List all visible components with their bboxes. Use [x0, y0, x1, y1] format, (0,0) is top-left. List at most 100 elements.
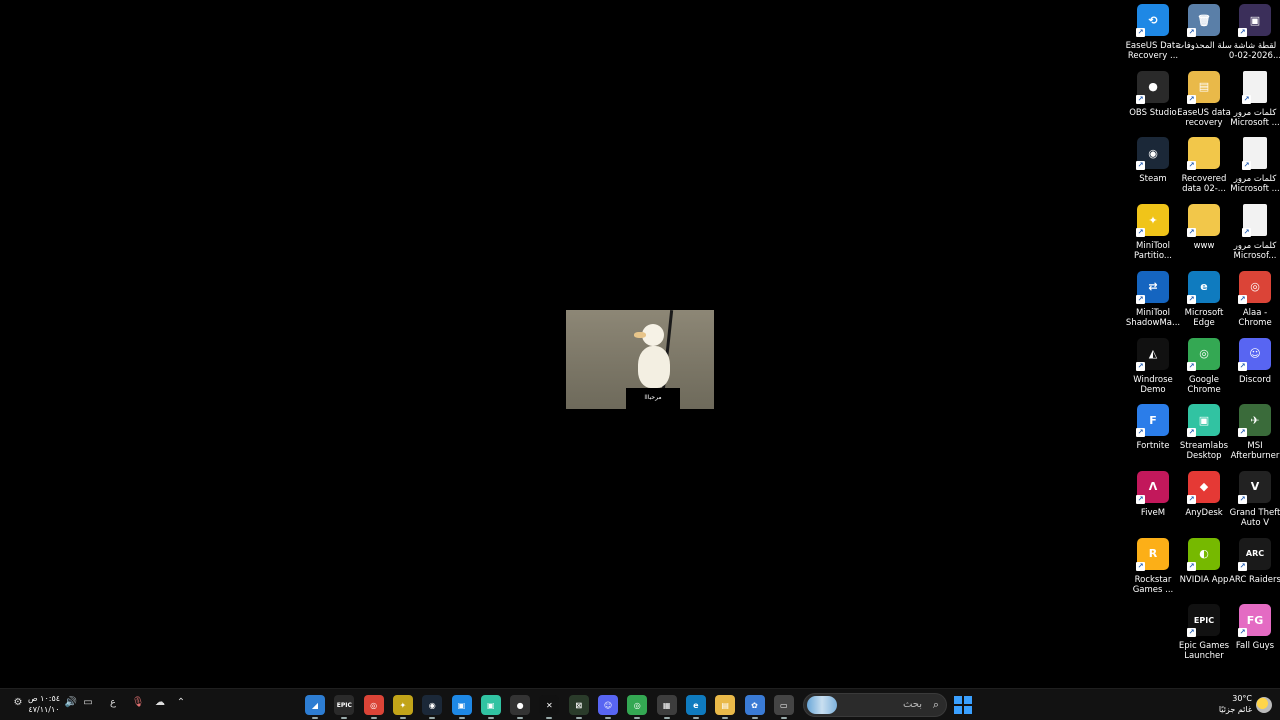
taskbar-app-explorer[interactable]: ▤ — [715, 695, 736, 715]
desktop-icon-gta-v[interactable]: V ↗ Grand Theft Auto V — [1229, 467, 1280, 528]
speaker-icon[interactable]: 🔊 — [63, 697, 79, 708]
shortcut-arrow-icon: ↗ — [1136, 361, 1145, 371]
desktop-icon-recovered-data[interactable]: ↗ Recovered data 02-... — [1178, 133, 1230, 194]
taskbar-app-copilot[interactable]: ✿ — [744, 695, 765, 715]
shortcut-arrow-icon: ↗ — [1187, 161, 1196, 171]
taskbar-app-store[interactable]: ▦ — [656, 695, 677, 715]
taskbar-app-xbox[interactable]: ⊠ — [568, 695, 589, 715]
taskbar-app-steam[interactable]: ◉ — [422, 695, 443, 715]
taskbar-app-chrome-active[interactable]: ◎ — [363, 695, 384, 715]
shortcut-arrow-icon: ↗ — [1136, 428, 1145, 438]
desktop-icon-google-chrome[interactable]: ◎ ↗ Google Chrome — [1178, 334, 1230, 395]
passwords-2-icon: ↗ — [1242, 137, 1267, 171]
desktop-icon-steam[interactable]: ◉ ↗ Steam — [1127, 133, 1179, 184]
desktop-icon-passwords-1[interactable]: ↗ كلمات مرور Microsoft ... — [1229, 67, 1280, 128]
desktop-icon-label: لقطة شاشة 2026-02-0... — [1228, 41, 1280, 61]
language-indicator[interactable]: ع — [105, 697, 121, 708]
taskbar-app-obs[interactable]: ● — [510, 695, 531, 715]
minitool-partition-icon: ✦ ↗ — [1136, 204, 1169, 238]
desktop-icon-minitool-shadow[interactable]: ⇄ ↗ MiniTool ShadowMa... — [1126, 267, 1180, 328]
running-indicator — [546, 717, 553, 719]
desktop-icon-label: كلمات مرور Microsoft ... — [1230, 107, 1280, 128]
duck-body — [638, 346, 670, 388]
desktop-icon-windrose-demo[interactable]: ◭ ↗ Windrose Demo — [1127, 334, 1179, 395]
desktop-icon-www-folder[interactable]: ↗ www — [1178, 200, 1230, 251]
windows-logo-tile — [954, 696, 963, 705]
shortcut-arrow-icon: ↗ — [1238, 428, 1247, 438]
desktop-icon-fortnite[interactable]: F ↗ Fortnite — [1127, 400, 1179, 451]
desktop-icon-easeus-folder[interactable]: ▤ ↗ EaseUS data recovery — [1177, 67, 1231, 128]
easeus-recovery-icon: ⟲ ↗ — [1136, 4, 1169, 37]
desktop-icon-nvidia-app[interactable]: ◐ ↗ NVIDIA App — [1178, 534, 1230, 585]
taskbar-app-app-17[interactable]: ▭ — [773, 695, 794, 715]
clock[interactable]: ١٠:٥٤ ص ٤٧/١١/١٠ — [24, 693, 64, 715]
microsoft-edge-icon: e ↗ — [1187, 270, 1220, 304]
shortcut-arrow-icon: ↗ — [1187, 28, 1196, 37]
shortcut-arrow-icon: ↗ — [1187, 294, 1196, 304]
desktop-icon-microsoft-edge[interactable]: e ↗ Microsoft Edge — [1178, 267, 1230, 328]
shortcut-arrow-icon: ↗ — [1136, 561, 1145, 571]
minitool-shadow-icon: ⇄ ↗ — [1136, 270, 1169, 304]
desktop-icon-obs-studio[interactable]: ● ↗ OBS Studio — [1127, 67, 1179, 118]
www-folder-icon: ↗ — [1187, 204, 1220, 238]
desktop-icon-anydesk[interactable]: ◆ ↗ AnyDesk — [1178, 467, 1230, 518]
desktop-icon-epic-games[interactable]: EPIC ↗ Epic Games Launcher — [1178, 600, 1230, 661]
clock-date: ٤٧/١١/١٠ — [28, 705, 60, 714]
running-indicator — [605, 717, 611, 719]
desktop-icon-fivem[interactable]: Λ ↗ FiveM — [1127, 467, 1179, 518]
shortcut-arrow-icon: ↗ — [1238, 28, 1247, 37]
duck-image-window[interactable]: مرحبااا — [566, 310, 714, 409]
weather-widget[interactable]: 30°C غائم جزئيًا — [1202, 693, 1252, 715]
shortcut-arrow-icon: ↗ — [1187, 494, 1196, 504]
gta-v-icon: V ↗ — [1238, 470, 1271, 504]
shortcut-arrow-icon: ↗ — [1238, 561, 1247, 571]
arc-raiders-icon: ARC ↗ — [1238, 537, 1271, 571]
desktop-icon-easeus-recovery[interactable]: ⟲ ↗ EaseUS Data Recovery ... — [1126, 0, 1180, 61]
taskbar-app-streamlabs[interactable]: ▣ — [480, 695, 501, 715]
desktop-icon-msi-afterburner[interactable]: ✈ ↗ MSI Afterburner — [1229, 400, 1280, 461]
duck-beak — [634, 332, 646, 338]
search-box[interactable]: بحث ⌕ — [803, 693, 947, 717]
running-indicator — [634, 717, 641, 719]
desktop-icon-arc-raiders[interactable]: ARC ↗ ARC Raiders — [1229, 534, 1280, 585]
taskbar-app-chrome[interactable]: ◎ — [627, 695, 648, 715]
microphone-icon[interactable]: 🎙 — [130, 697, 146, 708]
chevron-up-icon[interactable]: ⌃ — [173, 697, 189, 708]
desktop-icon-rockstar[interactable]: R ↗ Rockstar Games ... — [1127, 534, 1179, 595]
taskbar-app-app-1[interactable]: ◢ — [305, 695, 325, 715]
taskbar-app-x[interactable]: ✕ — [539, 695, 560, 715]
onedrive-icon[interactable]: ☁ — [152, 697, 168, 708]
shortcut-arrow-icon: ↗ — [1242, 161, 1251, 171]
running-indicator — [341, 717, 348, 719]
network-icon[interactable]: ▭ — [80, 697, 96, 708]
desktop-icon-passwords-3[interactable]: ↗ كلمات مرور Microsof... — [1229, 200, 1280, 261]
shortcut-arrow-icon: ↗ — [1242, 228, 1251, 238]
desktop-icon-label: Alaa - Chrome — [1238, 307, 1272, 328]
desktop-icon-alaa-chrome[interactable]: ◎ ↗ Alaa - Chrome — [1229, 267, 1280, 328]
alaa-chrome-icon: ◎ ↗ — [1238, 270, 1271, 304]
msi-afterburner-icon: ✈ ↗ — [1238, 404, 1271, 438]
steam-icon: ◉ ↗ — [1136, 137, 1169, 171]
desktop-icon-passwords-2[interactable]: ↗ كلمات مرور Microsoft ... — [1229, 133, 1280, 194]
shortcut-arrow-icon: ↗ — [1136, 294, 1145, 304]
start-button[interactable] — [954, 696, 972, 714]
desktop-icon-discord[interactable]: ☺ ↗ Discord — [1229, 334, 1280, 385]
taskbar-app-app-6[interactable]: ▣ — [451, 695, 472, 715]
taskbar-app-epic[interactable]: EPIC — [334, 695, 355, 715]
desktop-icon-recycle-bin[interactable]: 🗑 ↗ سلة المحذوفات — [1176, 0, 1232, 51]
desktop-icon-minitool-partition[interactable]: ✦ ↗ MiniTool Partitio... — [1127, 200, 1179, 261]
google-chrome-icon: ◎ ↗ — [1187, 337, 1220, 371]
search-highlight-image — [807, 696, 837, 714]
partly-cloudy-icon[interactable] — [1256, 697, 1272, 713]
taskbar-app-minitool[interactable]: ✦ — [392, 695, 413, 715]
desktop-icon-streamlabs[interactable]: ▣ ↗ Streamlabs Desktop — [1178, 400, 1230, 461]
shortcut-arrow-icon: ↗ — [1238, 628, 1247, 638]
taskbar-app-discord[interactable]: ☺ — [598, 695, 618, 715]
taskbar-app-edge[interactable]: e — [685, 695, 706, 715]
taskbar: ⚙ ١٠:٥٤ ص ٤٧/١١/١٠ 🔊 ▭ ع 🎙 ☁ ⌃ ◢ EPIC ◎ ✦ ◉ ▣… — [0, 688, 1280, 720]
weather-desc: غائم جزئيًا — [1218, 705, 1252, 714]
desktop-icon-screenshot[interactable]: ▣↗ لقطة شاشة 2026-02-0... — [1229, 0, 1280, 61]
desktop-icon-fall-guys[interactable]: FG ↗ Fall Guys — [1229, 600, 1280, 651]
passwords-3-icon: ↗ — [1242, 204, 1267, 238]
recycle-bin-icon: 🗑 ↗ — [1187, 4, 1220, 37]
